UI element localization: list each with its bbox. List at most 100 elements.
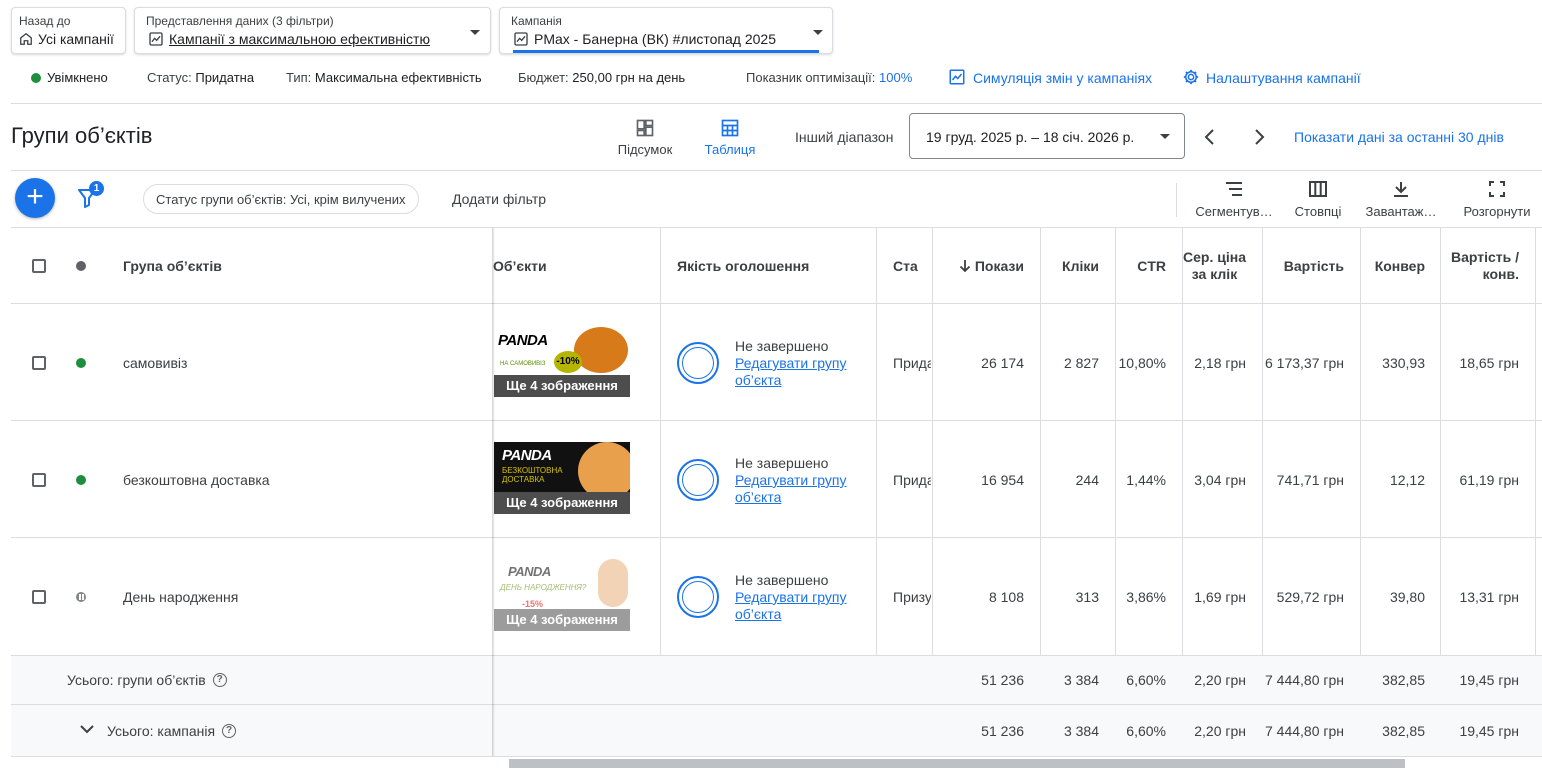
help-icon[interactable]: ? — [222, 724, 237, 738]
summary-view-button[interactable]: Підсумок — [612, 118, 678, 157]
header-assets[interactable]: Об’єкти — [493, 228, 653, 304]
range-label: Інший діапазон — [795, 129, 894, 145]
asset-thumbnail[interactable]: PANDA ДЕНЬ НАРОДЖЕННЯ? -15% Ще 4 зображе… — [494, 559, 630, 631]
header-asset-group[interactable]: Група об’єктів — [123, 228, 423, 304]
avg-cpc-cell: 1,69 грн — [1194, 589, 1246, 605]
chevron-down-icon[interactable] — [79, 723, 95, 735]
back-value: Усі кампанії — [19, 31, 114, 47]
budget-value: 250,00 грн на день — [572, 70, 686, 85]
header-cost-per-conv[interactable]: Вартість / конв. — [1441, 228, 1519, 304]
filter-count-badge: 1 — [89, 181, 104, 196]
ad-quality-cell: Не завершено Редагувати групу об’єкта — [735, 572, 865, 623]
total-ctr: 6,60% — [1126, 672, 1166, 688]
header-cost[interactable]: Вартість — [1263, 228, 1344, 304]
columns-label: Стовпці — [1294, 204, 1342, 219]
conversions-cell: 330,93 — [1382, 355, 1425, 371]
help-icon[interactable]: ? — [212, 673, 227, 687]
ctr-cell: 1,44% — [1126, 472, 1166, 488]
fullscreen-icon — [1489, 181, 1505, 197]
conversions-cell: 12,12 — [1389, 472, 1425, 488]
edit-asset-group-link[interactable]: Редагувати групу об’єкта — [735, 589, 865, 623]
header-ad-quality[interactable]: Якість оголошення — [677, 228, 867, 304]
more-images-label: Ще 4 зображення — [494, 609, 630, 631]
filter-button[interactable]: 1 — [78, 181, 104, 212]
asset-thumbnail[interactable]: PANDA НА САМОВИВІЗ -10% Ще 4 зображення — [494, 325, 630, 397]
campaign-selector[interactable]: Кампанія PMax - Банерна (ВК) #листопад 2… — [499, 7, 833, 54]
header-avg-cpc[interactable]: Сер. ціна за клік — [1183, 228, 1246, 304]
expand-button[interactable]: Розгорнути — [1460, 180, 1534, 219]
clicks-cell: 2 827 — [1063, 355, 1099, 371]
header-impressions[interactable]: Покази — [933, 228, 1024, 304]
enabled-status-text[interactable]: Увімкнено — [47, 70, 108, 85]
header-status[interactable]: Ста — [893, 228, 931, 304]
asset-group-name[interactable]: безкоштовна доставка — [123, 470, 270, 490]
row-checkbox[interactable] — [32, 356, 46, 370]
frozen-column-shadow — [492, 228, 495, 756]
total-clicks: 3 384 — [1063, 723, 1099, 739]
budget-label: Бюджет: — [518, 70, 569, 85]
status-label: Статус: — [147, 70, 192, 85]
table-view-button[interactable]: Таблиця — [700, 118, 760, 157]
trend-icon — [514, 32, 528, 46]
trend-icon — [149, 32, 163, 46]
ctr-cell: 3,86% — [1126, 589, 1166, 605]
date-range-picker[interactable]: 19 груд. 2025 р. – 18 січ. 2026 р. — [909, 113, 1185, 159]
data-view-selector[interactable]: Представлення даних (3 фільтри) Кампанії… — [134, 7, 491, 54]
download-label: Завантаж… — [1365, 204, 1437, 219]
total-cost-per-conv: 19,45 грн — [1459, 672, 1519, 688]
status-filter-chip[interactable]: Статус групи об’єктів: Усі, крім вилучен… — [143, 184, 419, 214]
asset-group-name[interactable]: самовивіз — [123, 353, 187, 373]
back-to-all-campaigns-card[interactable]: Назад до Усі кампанії — [11, 7, 126, 54]
total-clicks: 3 384 — [1063, 672, 1099, 688]
banner-subtitle: ДЕНЬ НАРОДЖЕННЯ? — [500, 583, 587, 592]
add-button[interactable]: + — [15, 178, 55, 218]
header-ctr[interactable]: CTR — [1116, 228, 1166, 304]
totals-asset-groups-label: Усього: групи об’єктів? — [67, 670, 227, 690]
row-checkbox[interactable] — [32, 590, 46, 604]
asset-group-name[interactable]: День народження — [123, 587, 238, 607]
status-column-dot — [76, 261, 86, 271]
campaign-value-text: PMax - Банерна (ВК) #листопад 2025 — [534, 31, 777, 47]
home-icon — [20, 32, 32, 45]
row-status: Прида — [893, 472, 931, 488]
view-caption: Представлення даних (3 фільтри) — [146, 14, 334, 28]
banner-image: PANDA НА САМОВИВІЗ -10% — [494, 325, 630, 375]
budget-info[interactable]: Бюджет: 250,00 грн на день — [518, 70, 685, 85]
header-conversions[interactable]: Конвер — [1361, 228, 1425, 304]
clicks-cell: 244 — [1075, 472, 1099, 488]
row-status-dot[interactable] — [76, 592, 86, 602]
date-range-value: 19 груд. 2025 р. – 18 січ. 2026 р. — [926, 129, 1135, 145]
view-value: Кампанії з максимальною ефективністю — [148, 31, 430, 47]
ad-quality-status: Не завершено — [735, 338, 829, 354]
row-status-dot[interactable] — [76, 358, 86, 368]
banner-image: PANDA ДЕНЬ НАРОДЖЕННЯ? -15% — [494, 559, 630, 609]
segment-button[interactable]: Сегментув… — [1195, 180, 1273, 219]
prev-period-button[interactable] — [1202, 128, 1218, 146]
optimization-value: 100% — [879, 70, 913, 85]
optimization-info[interactable]: Показник оптимізації: 100% — [746, 70, 912, 85]
total-conversions: 382,85 — [1382, 723, 1425, 739]
banner-food — [598, 559, 628, 607]
impressions-cell: 16 954 — [981, 472, 1024, 488]
back-caption: Назад до — [19, 14, 71, 28]
ad-quality-cell: Не завершено Редагувати групу об’єкта — [735, 338, 865, 389]
asset-thumbnail[interactable]: PANDA БЕЗКОШТОВНА ДОСТАВКА Ще 4 зображен… — [494, 442, 630, 514]
last-30-days-link[interactable]: Показати дані за останні 30 днів — [1294, 129, 1504, 145]
edit-asset-group-link[interactable]: Редагувати групу об’єкта — [735, 472, 865, 506]
segment-icon — [1226, 182, 1242, 196]
row-divider — [11, 756, 1542, 757]
add-filter-button[interactable]: Додати фільтр — [452, 191, 546, 207]
row-checkbox[interactable] — [32, 473, 46, 487]
header-clicks[interactable]: Кліки — [1041, 228, 1099, 304]
download-button[interactable]: Завантаж… — [1362, 180, 1440, 219]
horizontal-scrollbar[interactable] — [509, 759, 1405, 768]
select-all-checkbox[interactable] — [32, 259, 46, 273]
clicks-cell: 313 — [1075, 589, 1099, 605]
columns-button[interactable]: Стовпці — [1290, 180, 1346, 219]
edit-asset-group-link[interactable]: Редагувати групу об’єкта — [735, 355, 865, 389]
next-period-button[interactable] — [1251, 128, 1267, 146]
campaign-active-indicator — [513, 50, 819, 53]
cost-per-conv-cell: 18,65 грн — [1459, 355, 1519, 371]
banner-discount: -10% — [554, 351, 582, 373]
row-status-dot[interactable] — [76, 475, 86, 485]
